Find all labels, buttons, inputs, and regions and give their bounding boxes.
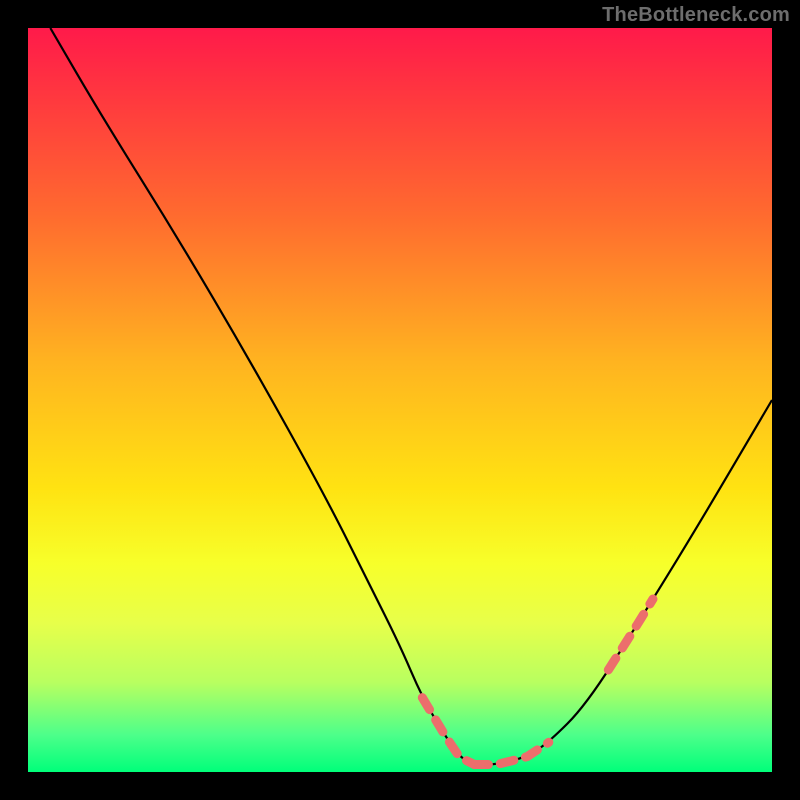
plot-area: [28, 28, 772, 772]
watermark-text: TheBottleneck.com: [602, 4, 790, 27]
bottleneck-curve: [50, 28, 772, 765]
chart-frame: TheBottleneck.com: [0, 0, 800, 800]
highlight-segment-1: [474, 742, 548, 764]
curve-svg: [28, 28, 772, 772]
highlight-segment-0: [422, 698, 474, 765]
